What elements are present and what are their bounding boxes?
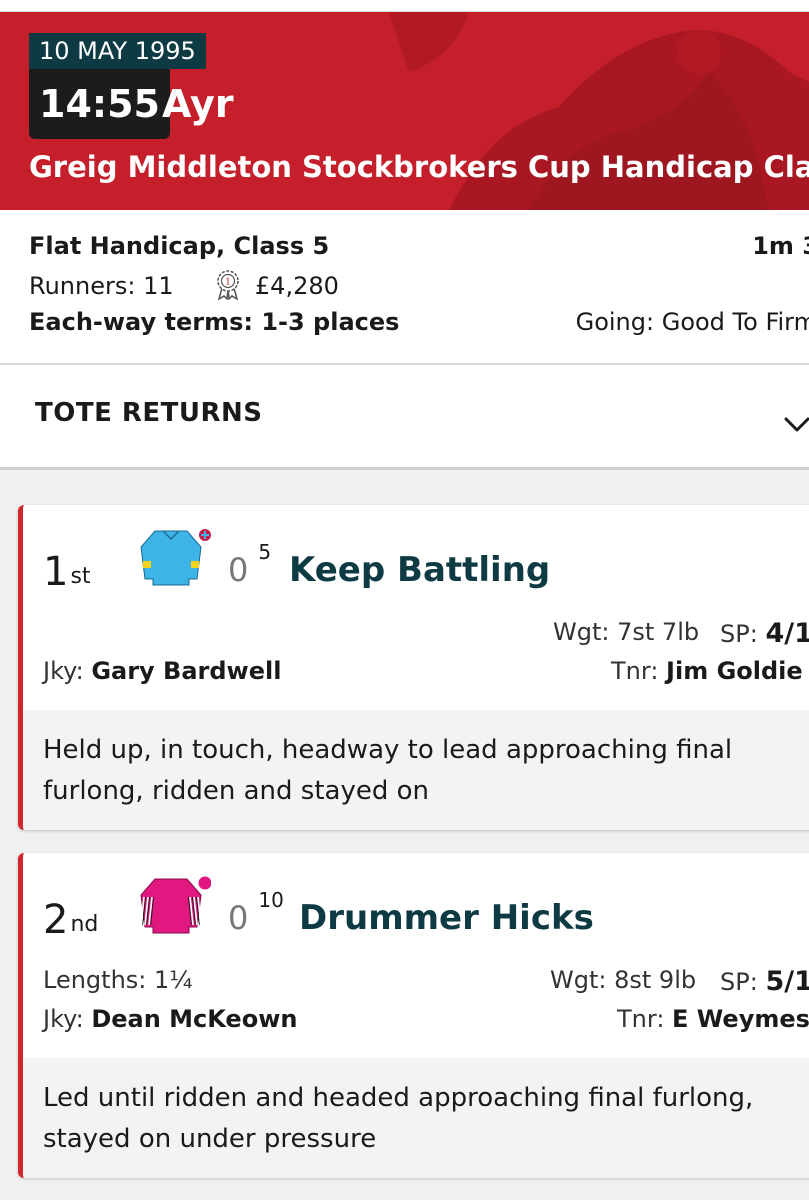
weight-label: Wgt: [550,966,607,994]
sp-label: SP: [720,968,758,996]
position-number: 2 [43,897,69,943]
race-comment: Held up, in touch, headway to lead appro… [23,710,809,830]
horse-name[interactable]: Drummer Hicks [299,898,594,938]
terms-row: Each-way terms: 1-3 places Going: Good T… [29,308,809,336]
prize-money: £4,280 [254,272,339,300]
runners-row: Runners: 11 1 £4,280 [29,270,809,300]
runner-count: Runners: 11 [29,272,174,300]
chevron-down-icon[interactable] [782,415,809,435]
draw: 05 [228,540,271,589]
weight: Wgt: 8st 9lb [550,966,696,994]
going: Going: Good To Firm [575,308,809,336]
race-header: 10 MAY 1995 14:55 Ayr Greig Middleton St… [0,12,809,210]
runner-card[interactable]: 1st 05 Keep Battling Wgt: 7st 7lb SP: 4/… [18,505,809,830]
race-type: Flat Handicap, Class 5 [29,232,330,260]
weight: Wgt: 7st 7lb [553,618,699,646]
jockey-silks-icon [140,876,211,934]
form-figure: 0 [228,899,249,937]
finish-position: 1st [43,549,91,595]
starting-price: SP: 4/1 [720,618,809,649]
starting-price: SP: 5/1 [720,966,809,997]
position-ordinal: st [70,564,91,589]
jockey-silks-icon [140,529,211,586]
weight-label: Wgt: [553,618,610,646]
runner-card[interactable]: 2nd 0 10 Drummer Hicks Lengths: 1¼ Wgt: 8… [18,853,809,1178]
trainer-label: Tnr: [611,657,659,685]
svg-text:1: 1 [225,278,231,288]
race-comment: Led until ridden and headed approaching … [23,1058,809,1178]
weight-value: 7st 7lb [617,618,700,646]
jockey-name[interactable]: Gary Bardwell [91,657,281,685]
finish-position: 2nd [43,897,98,943]
trainer-name[interactable]: Jim Goldie [666,657,803,685]
position-number: 1 [43,549,69,595]
top-bar [0,0,809,12]
race-type-row: Flat Handicap, Class 5 1m 3 [29,232,809,260]
horse-name[interactable]: Keep Battling [289,550,550,590]
trainer-name[interactable]: E Weymes [672,1005,809,1033]
each-way-terms: Each-way terms: 1-3 places [29,308,400,336]
jockey: Jky: Gary Bardwell [43,657,281,685]
sp-label: SP: [720,620,758,648]
race-time: 14:55 [29,69,170,139]
tote-returns-toggle[interactable]: TOTE RETURNS [0,365,809,470]
sp-value: 4/1 [765,618,809,649]
weight-value: 8st 9lb [614,966,697,994]
lengths-beaten: Lengths: 1¼ [43,966,193,994]
race-distance: 1m 3 [752,232,809,260]
sp-value: 5/1 [765,966,809,997]
trainer: Tnr: E Weymes [617,1005,809,1033]
draw: 0 10 [228,888,284,937]
race-info-panel: Flat Handicap, Class 5 1m 3 Runners: 11 … [0,210,809,365]
jockey: Jky: Dean McKeown [43,1005,297,1033]
draw-number: 5 [258,540,272,564]
position-ordinal: nd [70,912,99,937]
jockey-label: Jky: [43,1005,84,1033]
race-date: 10 MAY 1995 [29,33,206,69]
jockey-name[interactable]: Dean McKeown [91,1005,297,1033]
draw-number: 10 [258,888,284,912]
trainer-label: Tnr: [617,1005,665,1033]
tote-returns-label: TOTE RETURNS [35,398,263,428]
form-figure: 0 [228,551,249,589]
course-name: Ayr [162,82,234,126]
trainer: Tnr: Jim Goldie [611,657,803,685]
jockey-label: Jky: [43,657,84,685]
prize-rosette-icon: 1 [217,270,240,300]
race-title: Greig Middleton Stockbrokers Cup Handica… [29,150,809,184]
